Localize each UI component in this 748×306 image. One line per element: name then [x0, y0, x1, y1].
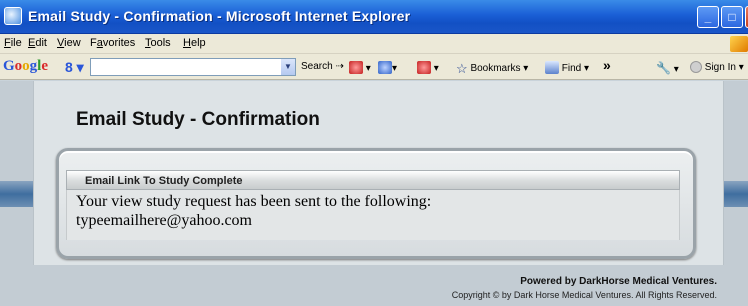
find-button[interactable]: Find ▾	[545, 61, 589, 74]
menu-bar: File Edit View Favorites Tools Help	[0, 34, 748, 54]
google-toolbar: Google 8 ▾ ▼ Search ⇢ ▾ ▾ ▾ ☆ Bookmarks …	[0, 54, 748, 80]
highlight-icon	[417, 61, 431, 74]
section-header: Email Link To Study Complete	[66, 170, 680, 190]
windows-logo-icon	[730, 36, 748, 52]
menu-edit[interactable]: Edit	[28, 37, 47, 49]
settings-button[interactable]: 🔧 ▾	[656, 61, 679, 75]
signin-button[interactable]: Sign In ▾	[690, 61, 744, 73]
window-title: Email Study - Confirmation - Microsoft I…	[28, 8, 411, 24]
menu-help[interactable]: Help	[183, 37, 206, 49]
google-logo[interactable]: Google	[3, 58, 48, 75]
popup-blocker-button[interactable]: ▾	[378, 61, 397, 74]
popup-blocker-icon	[378, 61, 392, 74]
pagerank-icon	[349, 61, 363, 74]
google-search-button[interactable]: Search ⇢	[301, 61, 344, 72]
recipient-email: typeemailhere@yahoo.com	[76, 212, 252, 229]
menu-favorites[interactable]: Favorites	[90, 37, 135, 49]
bookmarks-button[interactable]: ☆ Bookmarks ▾	[456, 61, 528, 77]
window-title-bar[interactable]: Email Study - Confirmation - Microsoft I…	[0, 0, 748, 34]
internet-explorer-icon	[4, 7, 22, 25]
more-button[interactable]: »	[603, 57, 611, 73]
minimize-button[interactable]: _	[697, 6, 719, 28]
settings-wrench-icon: 🔧	[656, 61, 671, 75]
footer-powered-by: Powered by DarkHorse Medical Ventures.	[520, 276, 717, 287]
pagerank-button[interactable]: ▾	[349, 61, 371, 74]
google-search-input[interactable]	[90, 58, 296, 76]
page-title: Email Study - Confirmation	[76, 109, 320, 130]
highlight-button[interactable]: ▾	[417, 61, 439, 74]
footer-copyright: Copyright © by Dark Horse Medical Ventur…	[451, 290, 717, 300]
menu-view[interactable]: View	[57, 37, 81, 49]
menu-file[interactable]: File	[4, 37, 22, 49]
chevron-down-icon[interactable]: ▼	[281, 59, 295, 75]
find-icon	[545, 61, 559, 74]
page-content: Email Study - Confirmation Email Link To…	[0, 81, 748, 306]
maximize-button[interactable]: □	[721, 6, 743, 28]
signin-icon	[690, 61, 702, 73]
google-menu-button[interactable]: 8 ▾	[65, 59, 84, 76]
menu-tools[interactable]: Tools	[145, 37, 171, 49]
confirmation-message: Your view study request has been sent to…	[76, 193, 432, 210]
bookmark-star-icon: ☆	[456, 61, 468, 76]
